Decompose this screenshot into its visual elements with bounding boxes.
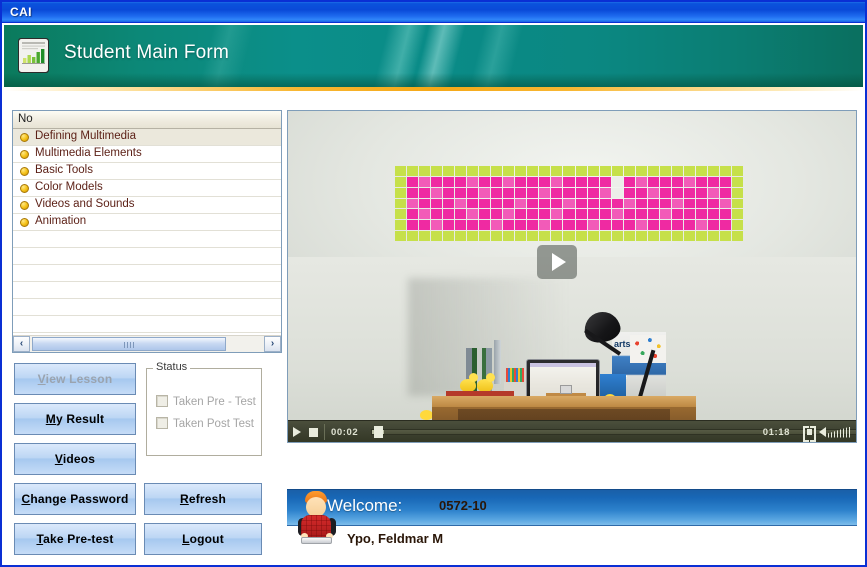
play-button[interactable] bbox=[293, 421, 301, 442]
report-chart-icon bbox=[16, 37, 54, 75]
video-frame-image: arts cre bbox=[288, 111, 856, 442]
student-name-row: Ypo, Feldmar M bbox=[287, 531, 687, 546]
list-item-empty bbox=[13, 282, 281, 299]
stop-icon bbox=[309, 427, 318, 437]
refresh-button[interactable]: Refresh bbox=[144, 483, 262, 515]
speaker-icon bbox=[819, 427, 826, 437]
fullscreen-button[interactable] bbox=[803, 421, 816, 442]
list-item-label: Videos and Sounds bbox=[35, 198, 135, 210]
take-pretest-button[interactable]: Take Pre-test bbox=[14, 523, 136, 555]
window-title: CAI bbox=[10, 5, 32, 19]
laptop-toolbar bbox=[530, 363, 596, 367]
page-title: Student Main Form bbox=[64, 42, 229, 63]
scroll-left-arrow-icon[interactable]: ‹ bbox=[13, 336, 30, 352]
taken-pre-test-label: Taken Pre - Test bbox=[173, 396, 256, 408]
user-avatar-icon bbox=[298, 491, 336, 547]
horizontal-scrollbar[interactable]: ‹ › bbox=[13, 335, 281, 352]
status-group-box: Status Taken Pre - Test Taken Post Test bbox=[146, 361, 262, 456]
list-item-empty bbox=[13, 265, 281, 282]
column-header-no: No bbox=[18, 113, 33, 125]
list-item-label: Animation bbox=[35, 215, 87, 227]
bullet-icon bbox=[20, 133, 29, 142]
view-lesson-button[interactable]: View Lesson bbox=[14, 363, 136, 395]
application-window: CAI Student Main Form No Defining Multim… bbox=[0, 0, 867, 567]
lesson-list-header: No bbox=[13, 111, 281, 129]
scrollbar-grip-icon bbox=[124, 342, 134, 348]
title-bar: CAI bbox=[2, 2, 865, 23]
volume-level-icon bbox=[828, 426, 850, 438]
fullscreen-icon bbox=[803, 426, 816, 442]
welcome-label: Welcome: bbox=[327, 496, 403, 515]
taken-pre-test-checkbox[interactable]: Taken Pre - Test bbox=[156, 395, 256, 408]
welcome-banner: Welcome: 0572-10 bbox=[287, 489, 857, 526]
scroll-right-arrow-icon[interactable]: › bbox=[264, 336, 281, 352]
content-area: No Defining Multimedia Multimedia Elemen… bbox=[4, 91, 863, 565]
lesson-list-rows: Defining Multimedia Multimedia Elements … bbox=[13, 129, 281, 350]
play-icon bbox=[552, 253, 566, 271]
list-item[interactable]: Multimedia Elements bbox=[13, 146, 281, 163]
checkbox-icon bbox=[156, 395, 168, 407]
bullet-icon bbox=[20, 218, 29, 227]
list-item[interactable]: Defining Multimedia bbox=[13, 129, 281, 146]
seek-handle[interactable] bbox=[374, 426, 383, 438]
current-time-label: 00:02 bbox=[331, 426, 359, 438]
list-item-label: Color Models bbox=[35, 181, 103, 193]
scrollbar-thumb[interactable] bbox=[32, 337, 226, 351]
desk-surface bbox=[432, 396, 696, 407]
volume-control[interactable] bbox=[819, 421, 850, 442]
stop-button[interactable] bbox=[309, 421, 318, 442]
list-item-label: Multimedia Elements bbox=[35, 147, 142, 159]
bullet-icon bbox=[20, 150, 29, 159]
list-item-empty bbox=[13, 299, 281, 316]
play-overlay-button[interactable] bbox=[537, 245, 577, 279]
bullet-icon bbox=[20, 184, 29, 193]
control-separator bbox=[324, 424, 325, 440]
status-group-legend: Status bbox=[153, 361, 191, 373]
change-password-button[interactable]: Change Password bbox=[14, 483, 136, 515]
student-name: Ypo, Feldmar M bbox=[347, 531, 444, 546]
list-item[interactable]: Animation bbox=[13, 214, 281, 231]
duration-label: 01:18 bbox=[762, 426, 790, 438]
poster-arts-text: arts bbox=[614, 339, 631, 349]
taken-post-test-label: Taken Post Test bbox=[173, 418, 254, 430]
list-item[interactable]: Color Models bbox=[13, 180, 281, 197]
videos-button[interactable]: Videos bbox=[14, 443, 136, 475]
bullet-icon bbox=[20, 201, 29, 210]
student-id: 0572-10 bbox=[439, 498, 487, 513]
list-item-empty bbox=[13, 248, 281, 265]
laptop-inner-laptop bbox=[560, 385, 572, 394]
checkbox-icon bbox=[156, 417, 168, 429]
desk-scene: arts cre bbox=[288, 257, 856, 442]
my-result-button[interactable]: My Result bbox=[14, 403, 136, 435]
list-item[interactable]: Videos and Sounds bbox=[13, 197, 281, 214]
taken-post-test-checkbox[interactable]: Taken Post Test bbox=[156, 417, 254, 430]
list-item-label: Basic Tools bbox=[35, 164, 93, 176]
video-player[interactable]: arts cre bbox=[287, 110, 857, 443]
sticky-note-grid bbox=[395, 166, 743, 241]
play-icon bbox=[293, 427, 301, 437]
bullet-icon bbox=[20, 167, 29, 176]
header-banner: Student Main Form bbox=[4, 25, 863, 87]
lesson-list[interactable]: No Defining Multimedia Multimedia Elemen… bbox=[12, 110, 282, 353]
list-item-empty bbox=[13, 316, 281, 333]
list-item[interactable]: Basic Tools bbox=[13, 163, 281, 180]
video-control-bar[interactable]: 00:02 01:18 bbox=[288, 420, 856, 442]
logout-button[interactable]: Logout bbox=[144, 523, 262, 555]
list-item-label: Defining Multimedia bbox=[35, 130, 136, 142]
list-item-empty bbox=[13, 231, 281, 248]
